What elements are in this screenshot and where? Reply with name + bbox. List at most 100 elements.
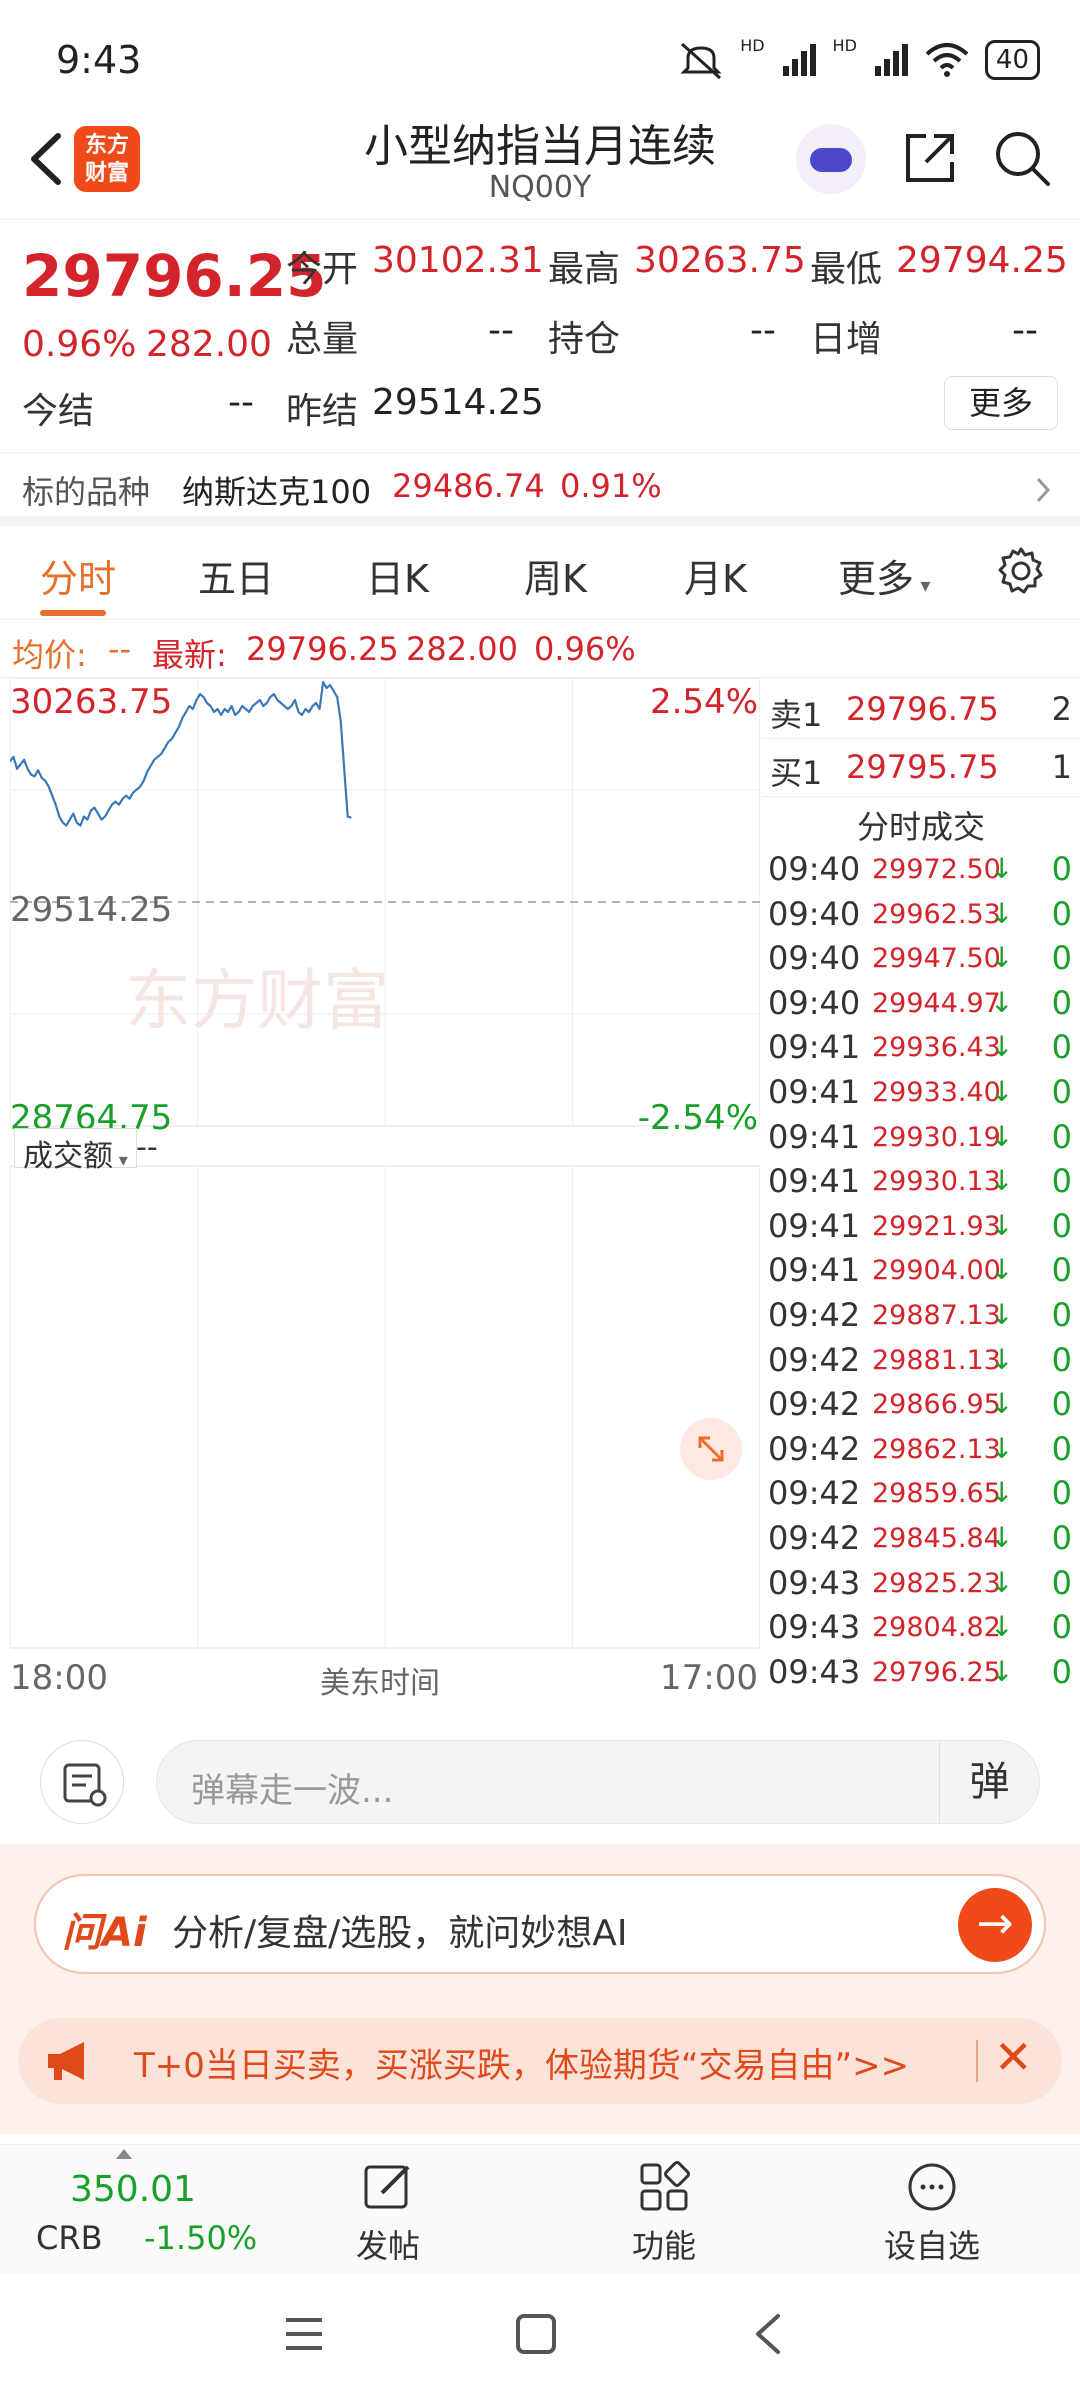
arrow-down-icon: ↓: [990, 985, 1014, 1019]
close-icon[interactable]: ✕: [994, 2030, 1033, 2084]
trade-price: 29947.50: [872, 943, 1001, 975]
bid-volume: 1: [1051, 748, 1072, 786]
daily-inc-label: 日增: [810, 319, 883, 360]
trade-row: 09:43 29804.82 ↓ 0: [762, 1608, 1080, 1652]
trade-row: 09:40 29962.53 ↓ 0: [762, 895, 1080, 939]
expand-icon[interactable]: [680, 1418, 742, 1480]
open-value: 30102.31: [372, 240, 544, 281]
bid-row: 买1 29795.75 1: [762, 748, 1080, 792]
bottom-nav: 350.01 CRB -1.50% 发帖 功能 设自选: [0, 2144, 1080, 2274]
more-quote-button[interactable]: 更多: [944, 376, 1058, 430]
latest-label: 最新:: [152, 636, 227, 674]
tab-more[interactable]: 更多 ▾: [838, 548, 930, 603]
low-value: 29794.25: [896, 240, 1068, 281]
chart-tabs: 分时 五日 日K 周K 月K 更多 ▾: [0, 526, 1080, 620]
x-start-label: 18:00: [10, 1658, 108, 1698]
volume-indicator-select[interactable]: 成交额 ▾: [14, 1128, 137, 1174]
trade-row: 09:43 29825.23 ↓ 0: [762, 1564, 1080, 1608]
trade-row: 09:42 29859.65 ↓ 0: [762, 1474, 1080, 1518]
trade-price: 29881.13: [872, 1344, 1001, 1376]
notes-icon[interactable]: [40, 1740, 124, 1824]
tab-five-day[interactable]: 五日: [198, 548, 274, 603]
trade-price: 29962.53: [872, 898, 1001, 930]
tab-daily-k[interactable]: 日K: [366, 548, 429, 603]
underlying-name: 纳斯达克100: [182, 473, 372, 511]
crb-name[interactable]: CRB: [36, 2219, 103, 2257]
promo-banner[interactable]: T+0当日买卖，买涨买跌，体验期货“交易自由”>> ✕: [18, 2018, 1062, 2104]
nav-post[interactable]: 发帖: [318, 2159, 458, 2267]
caret-down-icon: ▾: [914, 573, 931, 597]
ask-price: 29796.75: [846, 690, 999, 728]
hd-label-2: HD: [832, 36, 857, 55]
caret-down-icon: ▾: [113, 1150, 128, 1171]
low-label: 最低: [810, 249, 883, 290]
tab-more-label: 更多: [838, 557, 915, 601]
nav-add-watchlist[interactable]: 设自选: [862, 2159, 1002, 2267]
megaphone-icon: [48, 2042, 84, 2080]
app-logo: 东方 财富: [74, 126, 140, 192]
trade-price: 29796.25: [872, 1656, 1001, 1688]
trade-volume: 0: [1051, 1563, 1072, 1602]
back-icon[interactable]: [750, 2310, 786, 2358]
trade-time: 09:42: [768, 1340, 861, 1379]
danmu-toggle-button[interactable]: 弹: [939, 1741, 1039, 1823]
menu-icon[interactable]: [282, 2314, 326, 2354]
prev-settle-value: 29514.25: [372, 382, 544, 423]
underlying-row[interactable]: 标的品种 纳斯达克100 29486.74 0.91%: [0, 452, 1080, 526]
latest-value: 29796.25: [246, 630, 399, 668]
x-axis-label: 美东时间: [320, 1666, 440, 1701]
intraday-chart[interactable]: 东方财富 30263.75 2.54% 29514.25 28764.75 -2…: [10, 678, 760, 1701]
wifi-icon: [925, 43, 969, 77]
trade-time: 09:42: [768, 1429, 861, 1468]
tab-monthly-k[interactable]: 月K: [684, 548, 747, 603]
trade-volume: 0: [1051, 1028, 1072, 1067]
share-icon[interactable]: [898, 126, 962, 190]
trade-row: 09:42 29845.84 ↓ 0: [762, 1519, 1080, 1563]
tab-weekly-k[interactable]: 周K: [524, 548, 587, 603]
home-icon[interactable]: [514, 2312, 558, 2356]
search-icon[interactable]: [990, 126, 1054, 190]
latest-pct: 0.96%: [534, 630, 636, 668]
trade-volume: 0: [1051, 1608, 1072, 1647]
change-value: 282.00: [146, 324, 272, 365]
trade-time: 09:40: [768, 894, 861, 933]
ask-label: 卖1: [770, 696, 823, 734]
gear-icon[interactable]: [996, 546, 1046, 596]
arrow-right-icon[interactable]: →: [958, 1888, 1032, 1962]
trade-price: 29944.97: [872, 987, 1001, 1019]
trade-time: 09:40: [768, 983, 861, 1022]
tab-intraday[interactable]: 分时: [40, 548, 116, 603]
y-top-price: 30263.75: [10, 682, 173, 722]
trade-volume: 0: [1051, 1385, 1072, 1424]
caret-up-icon: [116, 2149, 132, 2159]
ai-ask-bar[interactable]: 问Ai 分析/复盘/选股，就问妙想AI →: [34, 1874, 1046, 1974]
arrow-down-icon: ↓: [990, 1075, 1014, 1108]
trade-volume: 0: [1051, 939, 1072, 978]
arrow-down-icon: ↓: [990, 1654, 1014, 1688]
arrow-down-icon: ↓: [990, 1342, 1014, 1376]
y-bottom-pct: -2.54%: [637, 1098, 758, 1138]
trade-volume: 0: [1051, 1429, 1072, 1468]
comment-bar: 弹幕走一波... 弹: [0, 1710, 1080, 1840]
ai-promo-area: 问Ai 分析/复盘/选股，就问妙想AI → T+0当日买卖，买涨买跌，体验期货“…: [0, 1844, 1080, 2134]
trade-price: 29904.00: [872, 1255, 1001, 1287]
page-title: 小型纳指当月连续: [364, 121, 716, 172]
trade-price: 29887.13: [872, 1300, 1001, 1331]
trade-volume: 0: [1051, 1652, 1072, 1691]
settle-value: --: [228, 382, 254, 423]
danmu-placeholder: 弹幕走一波...: [191, 1771, 394, 1811]
trade-volume: 0: [1051, 983, 1072, 1022]
bid-label: 买1: [770, 754, 823, 792]
chevron-left-icon[interactable]: [18, 124, 78, 194]
crb-pct[interactable]: -1.50%: [144, 2219, 257, 2257]
crb-value[interactable]: 350.01: [70, 2169, 196, 2210]
nav-functions[interactable]: 功能: [594, 2159, 734, 2267]
assistant-avatar-icon[interactable]: [796, 124, 866, 194]
volume-value: --: [488, 310, 514, 351]
nav-add-watchlist-label: 设自选: [883, 2227, 980, 2265]
y-mid-price: 29514.25: [10, 890, 173, 930]
arrow-down-icon: ↓: [990, 1030, 1014, 1064]
danmu-input[interactable]: 弹幕走一波... 弹: [156, 1740, 1040, 1824]
trade-price: 29804.82: [872, 1612, 1001, 1644]
intraday-chart-svg[interactable]: 东方财富: [10, 678, 760, 1698]
